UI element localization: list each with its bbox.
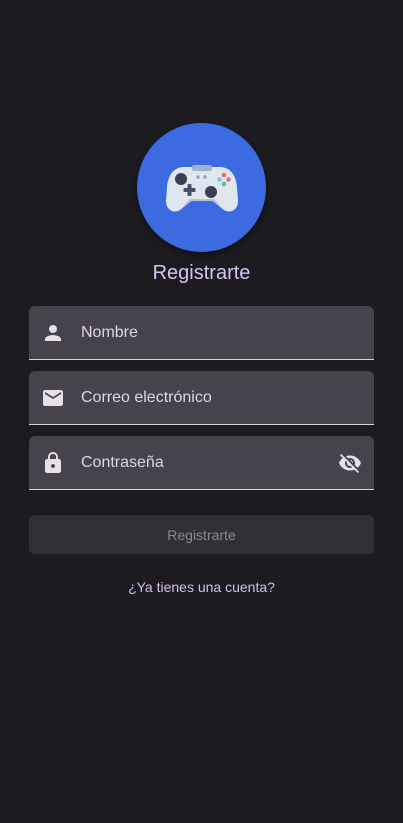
email-field[interactable] <box>29 371 374 425</box>
password-field[interactable] <box>29 436 374 490</box>
name-input[interactable] <box>81 320 374 345</box>
person-icon <box>41 321 65 345</box>
app-logo <box>137 123 266 252</box>
password-input[interactable] <box>81 450 338 475</box>
login-link[interactable]: ¿Ya tienes una cuenta? <box>0 577 403 597</box>
page-title: Registrarte <box>152 262 251 284</box>
mail-icon <box>41 386 65 410</box>
gamepad-icon <box>165 164 238 212</box>
lock-icon <box>41 451 65 475</box>
name-field[interactable] <box>29 306 374 360</box>
register-button[interactable]: Registrarte <box>29 515 374 554</box>
email-input[interactable] <box>81 385 374 410</box>
register-screen: Registrarte Registrarte ¿Y <box>0 0 403 823</box>
visibility-off-icon[interactable] <box>338 451 362 475</box>
